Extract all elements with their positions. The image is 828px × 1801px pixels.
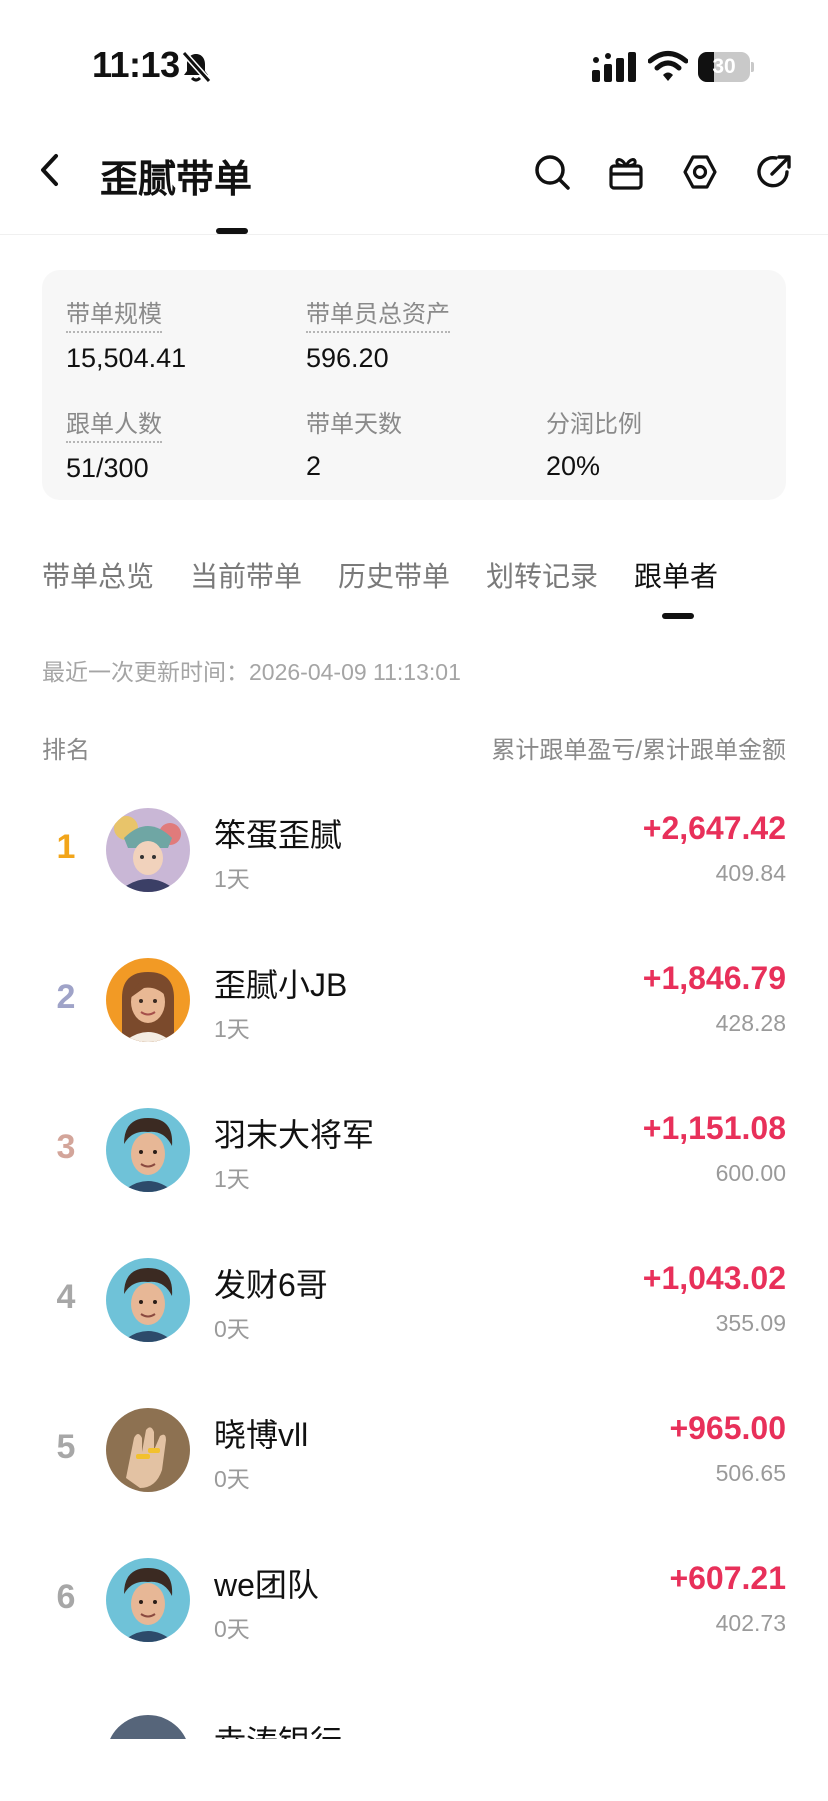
follower-row[interactable]: 5 晓博vll 0天 +965.00 506.65 [42, 1390, 786, 1520]
follower-amount: 506.65 [715, 1460, 786, 1486]
follower-row[interactable]: 2 歪腻小JB 1天 +1,846.79 428.28 [42, 940, 786, 1070]
follower-pnl: +1,846.79 [642, 960, 786, 996]
back-icon[interactable] [34, 150, 64, 190]
stats-card: 带单规模 15,504.41 带单员总资产 596.20 跟单人数 51/300… [42, 270, 786, 500]
list-header: 排名 累计跟单盈亏/累计跟单金额 [42, 730, 786, 764]
wifi-icon [648, 51, 688, 81]
follower-row[interactable]: 3 羽末大将军 1天 +1,151.08 600.00 [42, 1090, 786, 1220]
app-header: 歪腻带单 [0, 130, 828, 235]
stat-scale-label[interactable]: 带单规模 [66, 294, 162, 333]
follower-pnl: +1,151.08 [642, 1110, 786, 1146]
battery-icon: 30 [698, 52, 754, 82]
follower-days: 1天 [214, 866, 250, 892]
share-icon[interactable] [754, 152, 794, 192]
tab-followers[interactable]: 跟单者 [634, 555, 718, 595]
avatar [106, 1408, 190, 1492]
pnl-column-header: 累计跟单盈亏/累计跟单金额 [491, 737, 786, 764]
follower-days: 1天 [214, 1166, 250, 1192]
tab-history[interactable]: 历史带单 [338, 555, 450, 595]
follower-name: we团队 [214, 1567, 319, 1603]
follower-row[interactable]: 6 we团队 0天 +607.21 402.73 [42, 1540, 786, 1670]
follower-name: 幸涛银行 [214, 1717, 342, 1739]
follower-pnl: +607.21 [669, 1560, 786, 1596]
stat-days-value: 2 [306, 451, 322, 481]
follower-row-partial[interactable]: 幸涛银行 [42, 1715, 786, 1739]
stat-followers-value: 51/300 [66, 453, 149, 483]
settings-icon[interactable] [680, 152, 720, 192]
follower-amount: 428.28 [715, 1010, 786, 1036]
update-time: 最近一次更新时间：2026-04-09 11:13:01 [42, 659, 461, 685]
title-underline [216, 228, 248, 234]
follower-amount: 600.00 [715, 1160, 786, 1186]
rank-number: 1 [56, 828, 76, 866]
avatar [106, 1558, 190, 1642]
follower-pnl: +1,043.02 [642, 1260, 786, 1296]
tab-current[interactable]: 当前带单 [190, 555, 302, 595]
follower-days: 0天 [214, 1316, 250, 1342]
tab-bar: 带单总览 当前带单 历史带单 划转记录 跟单者 [0, 555, 828, 625]
follower-name: 歪腻小JB [214, 967, 348, 1003]
follower-name: 笨蛋歪腻 [214, 817, 343, 853]
stat-days: 带单天数 2 [306, 404, 402, 482]
follower-amount: 409.84 [715, 860, 786, 886]
follower-pnl: +2,647.42 [642, 810, 786, 846]
stat-total-assets-label[interactable]: 带单员总资产 [306, 294, 450, 333]
page-title: 歪腻带单 [100, 159, 253, 201]
rank-number: 3 [56, 1128, 76, 1166]
avatar [106, 1258, 190, 1342]
rank-number: 5 [56, 1428, 76, 1466]
gift-icon[interactable] [606, 152, 646, 192]
stat-days-label: 带单天数 [306, 411, 402, 438]
bell-off-icon [181, 51, 212, 83]
stat-scale: 带单规模 15,504.41 [66, 294, 186, 374]
follower-name: 羽末大将军 [214, 1117, 375, 1153]
stat-profit-share: 分润比例 20% [546, 404, 642, 482]
rank-number: 2 [56, 978, 76, 1016]
avatar [106, 808, 190, 892]
stat-total-assets: 带单员总资产 596.20 [306, 294, 450, 374]
tab-overview[interactable]: 带单总览 [42, 555, 154, 595]
status-time: 11:13 [92, 44, 180, 85]
follower-pnl: +965.00 [669, 1410, 786, 1446]
stat-profit-share-value: 20% [546, 451, 601, 481]
follower-amount: 355.09 [715, 1310, 786, 1336]
follower-row[interactable]: 4 发财6哥 0天 +1,043.02 355.09 [42, 1240, 786, 1370]
avatar [106, 958, 190, 1042]
rank-number: 4 [56, 1278, 76, 1316]
stat-scale-value: 15,504.41 [66, 343, 187, 373]
stat-total-assets-value: 596.20 [306, 343, 389, 373]
follower-days: 0天 [214, 1616, 250, 1642]
tab-indicator [662, 613, 694, 619]
search-icon[interactable] [532, 152, 572, 192]
follower-days: 1天 [214, 1016, 250, 1042]
follower-amount: 402.73 [715, 1610, 786, 1636]
tab-transfers[interactable]: 划转记录 [486, 555, 598, 595]
status-bar: 11:13 30 [0, 0, 828, 130]
rank-number: 6 [56, 1578, 76, 1616]
signal-icon [592, 52, 636, 82]
avatar [106, 1715, 190, 1739]
follower-name: 发财6哥 [214, 1267, 328, 1303]
stat-profit-share-label: 分润比例 [546, 411, 642, 438]
follower-days: 0天 [214, 1466, 250, 1492]
avatar [106, 1108, 190, 1192]
follower-name: 晓博vll [214, 1417, 309, 1453]
stat-followers-label[interactable]: 跟单人数 [66, 404, 162, 443]
stat-followers: 跟单人数 51/300 [66, 404, 162, 484]
battery-level: 30 [712, 55, 736, 78]
rank-column-header: 排名 [42, 737, 90, 764]
follower-row[interactable]: 1 笨蛋歪腻 1天 +2,647.42 409.84 [42, 790, 786, 920]
